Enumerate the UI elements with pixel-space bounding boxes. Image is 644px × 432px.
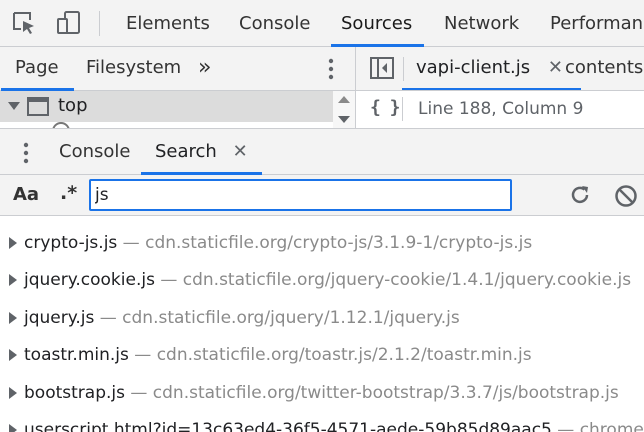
clear-search-icon[interactable] <box>613 183 639 213</box>
inspect-element-icon[interactable] <box>10 9 38 37</box>
drawer-tabbar: Console Search ✕ <box>0 128 644 175</box>
result-url: cdn.staticfile.org/twitter-bootstrap/3.3… <box>152 383 619 403</box>
tab-page[interactable]: Page <box>1 47 74 91</box>
navigator-menu-icon[interactable] <box>321 56 341 86</box>
pretty-print-icon[interactable]: { } <box>370 97 400 118</box>
editor-tab-divider <box>403 57 404 81</box>
tree-item-label: top <box>58 95 88 116</box>
close-tab-icon[interactable]: ✕ <box>548 47 563 89</box>
result-filename: crypto-js.js <box>24 233 118 253</box>
result-filename: toastr.min.js <box>24 345 129 365</box>
drawer-tab-label: Search <box>155 141 217 162</box>
search-input[interactable] <box>89 179 512 211</box>
drawer-tab-search[interactable]: Search ✕ <box>141 131 262 175</box>
expand-triangle-icon[interactable] <box>9 349 17 361</box>
refresh-icon[interactable] <box>568 183 592 211</box>
result-filename: jquery.cookie.js <box>24 270 155 290</box>
editor-statusbar: { } Line 188, Column 9 <box>355 91 644 128</box>
result-filename: bootstrap.js <box>24 383 125 403</box>
result-url: chrome-ex <box>579 420 644 432</box>
tab-filesystem[interactable]: Filesystem <box>86 47 181 90</box>
devtools-toolbar: Elements Console Sources Network Perform… <box>0 0 644 47</box>
result-item[interactable]: jquery.js — cdn.staticfile.org/jquery/1.… <box>0 303 644 333</box>
search-toolbar: Aa .* <box>0 175 644 216</box>
result-url: cdn.staticfile.org/jquery/1.12.1/jquery.… <box>122 308 460 328</box>
frame-icon <box>27 97 49 120</box>
tab-sources[interactable]: Sources <box>330 0 425 47</box>
more-tabs-button[interactable]: » <box>198 47 211 90</box>
navigator-tabbar: Page Filesystem » <box>0 47 355 91</box>
expand-triangle-icon[interactable] <box>9 274 17 286</box>
tab-elements[interactable]: Elements <box>126 0 210 46</box>
match-case-button[interactable]: Aa <box>13 184 39 205</box>
result-item[interactable]: userscript.html?id=13c63ed4-36f5-4571-ae… <box>0 415 644 432</box>
editor-tabbar: vapi-client.js ✕ contentsc <box>355 47 644 91</box>
scroll-down-icon[interactable] <box>338 116 350 123</box>
expand-triangle-icon[interactable] <box>9 387 17 399</box>
close-tab-icon[interactable]: ✕ <box>233 131 248 173</box>
expand-triangle-icon[interactable] <box>9 237 17 249</box>
result-filename: jquery.js <box>24 308 95 328</box>
file-tree: top <box>0 91 355 128</box>
scroll-up-icon[interactable] <box>338 96 350 103</box>
result-url: cdn.staticfile.org/jquery-cookie/1.4.1/j… <box>182 270 632 290</box>
expand-triangle-icon[interactable] <box>8 102 20 110</box>
search-results: crypto-js.js — cdn.staticfile.org/crypto… <box>0 216 644 432</box>
tree-scrollbar[interactable] <box>333 91 355 128</box>
tab-performance[interactable]: Performanc <box>550 0 644 46</box>
toolbar-divider <box>99 11 100 36</box>
device-toolbar-icon[interactable] <box>55 9 83 37</box>
result-filename: userscript.html?id=13c63ed4-36f5-4571-ae… <box>24 420 552 432</box>
expand-triangle-icon[interactable] <box>9 312 17 324</box>
tab-network[interactable]: Network <box>444 0 519 46</box>
expand-triangle-icon[interactable] <box>9 424 17 432</box>
result-item[interactable]: jquery.cookie.js — cdn.staticfile.org/jq… <box>0 265 644 295</box>
tab-vapi-client[interactable]: vapi-client.js ✕ <box>402 47 581 90</box>
result-url: cdn.staticfile.org/toastr.js/2.1.2/toast… <box>156 345 532 365</box>
result-item[interactable]: toastr.min.js — cdn.staticfile.org/toast… <box>0 340 644 370</box>
tab-console[interactable]: Console <box>239 0 310 46</box>
tab-contentscript[interactable]: contentsc <box>565 47 644 90</box>
status-divider <box>402 97 403 121</box>
drawer-tab-console[interactable]: Console <box>59 131 130 174</box>
result-item[interactable]: bootstrap.js — cdn.staticfile.org/twitte… <box>0 378 644 408</box>
regex-button[interactable]: .* <box>60 182 77 204</box>
tree-item-top[interactable]: top <box>0 91 333 122</box>
result-url: cdn.staticfile.org/crypto-js/3.1.9-1/cry… <box>145 233 533 253</box>
toggle-navigator-icon[interactable] <box>370 57 394 83</box>
editor-tab-label: vapi-client.js <box>416 57 531 78</box>
result-item[interactable]: crypto-js.js — cdn.staticfile.org/crypto… <box>0 228 644 258</box>
drawer-menu-icon[interactable] <box>17 141 35 169</box>
cursor-position: Line 188, Column 9 <box>418 99 584 119</box>
